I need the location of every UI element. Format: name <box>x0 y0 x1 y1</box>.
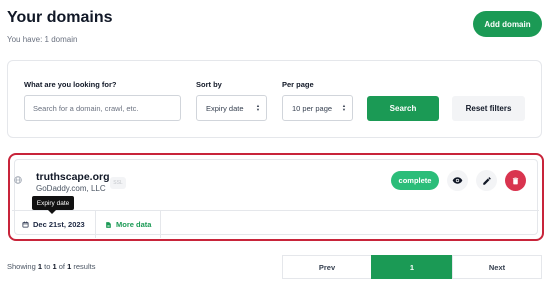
status-badge: complete <box>391 171 439 190</box>
trash-icon <box>512 177 519 184</box>
domain-count: You have: 1 domain <box>7 35 78 44</box>
search-placeholder: Search for a domain, crawl, etc. <box>33 103 139 113</box>
next-page-button[interactable]: Next <box>452 255 542 279</box>
page-1-button[interactable]: 1 <box>371 255 453 279</box>
select-arrows-icon: ▲ ▼ <box>256 103 260 112</box>
per-page-value: 10 per page <box>292 103 333 113</box>
tooltip-arrow <box>48 210 56 214</box>
pencil-icon <box>482 176 491 185</box>
results-total: 1 <box>67 262 72 271</box>
calendar-icon <box>22 221 29 228</box>
delete-button[interactable] <box>505 170 526 191</box>
results-of-word: of <box>58 262 66 271</box>
document-icon <box>106 221 111 228</box>
results-from: 1 <box>37 262 43 271</box>
results-summary: Showing 1 to 1 of 1 results <box>7 262 95 271</box>
per-page-select[interactable]: 10 per page ▲ ▼ <box>282 95 353 121</box>
select-arrows-icon: ▲ ▼ <box>342 103 346 112</box>
expiry-date-cell: Dec 21st, 2023 <box>12 211 96 238</box>
page-title: Your domains <box>7 9 113 26</box>
eye-icon <box>452 177 463 184</box>
sort-select[interactable]: Expiry date ▲ ▼ <box>196 95 267 121</box>
ssl-badge: SSL <box>110 177 126 189</box>
results-prefix: Showing <box>7 262 36 271</box>
expiry-tooltip: Expiry date <box>32 196 74 210</box>
prev-page-button[interactable]: Prev <box>282 255 372 279</box>
results-to: 1 <box>52 262 57 271</box>
search-label: What are you looking for? <box>24 80 117 89</box>
view-button[interactable] <box>447 170 468 191</box>
search-button[interactable]: Search <box>367 96 439 121</box>
per-page-label: Per page <box>282 80 314 89</box>
more-data-label: More data <box>116 220 152 229</box>
reset-filters-button[interactable]: Reset filters <box>452 96 525 121</box>
edit-button[interactable] <box>476 170 497 191</box>
domain-registrar: GoDaddy.com, LLC <box>36 184 106 193</box>
search-input[interactable]: Search for a domain, crawl, etc. <box>24 95 181 121</box>
sort-value: Expiry date <box>206 103 244 113</box>
results-suffix: results <box>73 262 96 271</box>
more-data-link[interactable]: More data <box>96 211 161 238</box>
expiry-date: Dec 21st, 2023 <box>33 220 85 229</box>
add-domain-button[interactable]: Add domain <box>473 11 542 37</box>
globe-icon <box>14 176 22 184</box>
results-to-word: to <box>44 262 51 271</box>
sort-label: Sort by <box>196 80 222 89</box>
domain-name[interactable]: truthscape.org <box>36 171 110 183</box>
